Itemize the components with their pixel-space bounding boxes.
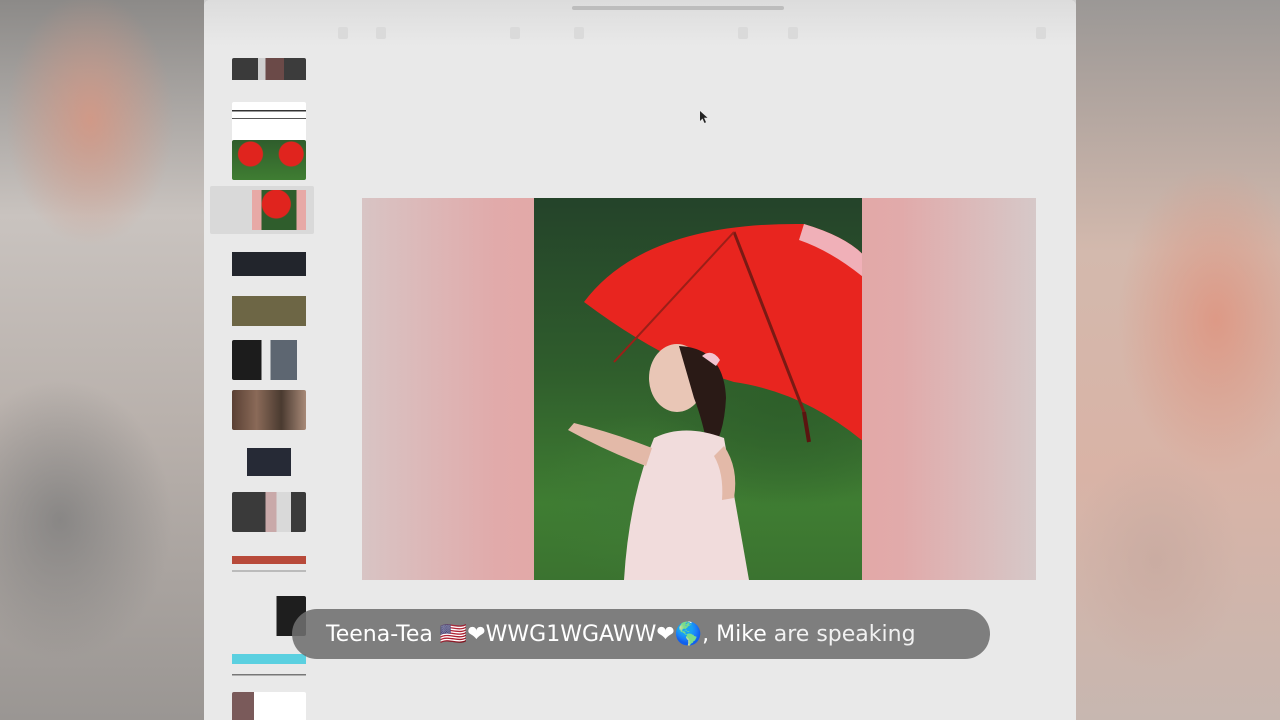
slide-thumbnail[interactable] <box>232 140 306 180</box>
slide-thumbnail[interactable] <box>232 58 306 98</box>
speaker-names: Teena-Tea 🇺🇸❤WWG1WGAWW❤🌎, Mike <box>326 621 767 647</box>
toolbar-button[interactable] <box>338 27 348 39</box>
toolbar-button[interactable] <box>574 27 584 39</box>
speaking-indicator-banner: Teena-Tea 🇺🇸❤WWG1WGAWW❤🌎, Mike are speak… <box>292 609 990 659</box>
toolbar-button[interactable] <box>788 27 798 39</box>
toolbar-button[interactable] <box>376 27 386 39</box>
toolbar-button[interactable] <box>510 27 520 39</box>
slide-thumbnail[interactable] <box>232 244 306 284</box>
slide-thumbnail[interactable] <box>232 340 306 380</box>
slide-thumbnail[interactable] <box>232 292 306 332</box>
right-backdrop <box>1076 0 1280 720</box>
toolbar-button[interactable] <box>738 27 748 39</box>
speaking-suffix: are speaking <box>773 621 916 647</box>
slide-thumbnail[interactable] <box>232 390 306 430</box>
slide-thumbnail[interactable] <box>232 442 306 482</box>
slide-thumbnail-active[interactable] <box>210 186 314 234</box>
toolbar-button[interactable] <box>1036 27 1046 39</box>
grab-handle[interactable] <box>572 6 784 10</box>
slide-thumbnail[interactable] <box>232 492 306 532</box>
slide-thumbnail[interactable] <box>232 542 306 582</box>
slide-thumbnail[interactable] <box>232 646 306 686</box>
screen-toolbar <box>204 0 1076 46</box>
person-figure <box>568 344 749 580</box>
slide-thumbnail[interactable] <box>232 102 306 142</box>
main-slide <box>362 198 1036 580</box>
slide-thumbnail[interactable] <box>232 692 306 720</box>
umbrella-photo <box>534 198 862 580</box>
pointer-cursor-icon <box>700 111 708 123</box>
left-backdrop <box>0 0 204 720</box>
